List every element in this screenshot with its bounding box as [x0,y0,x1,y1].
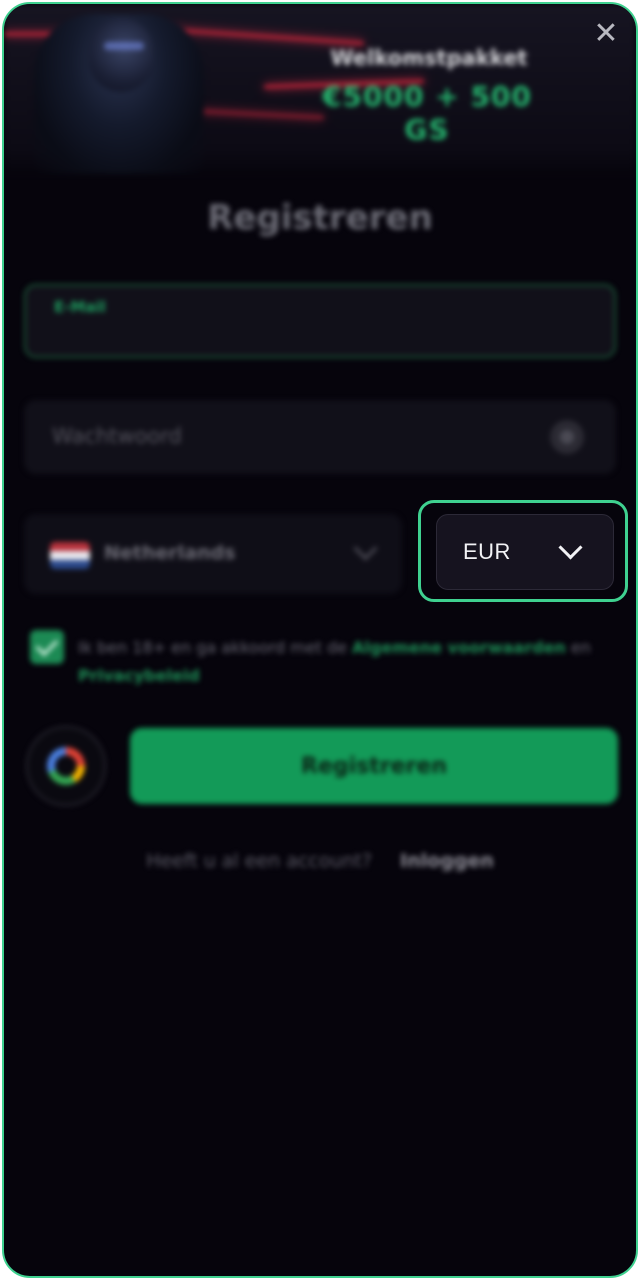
country-value: Netherlands [104,542,236,564]
email-label: E-Mail [54,298,106,316]
country-select[interactable]: Netherlands [24,514,402,594]
terms-and: en [570,638,591,657]
login-prompt: Heeft u al een account? Inloggen [4,850,636,872]
terms-text: Ik ben 18+ en ga akkoord met de Algemene… [78,634,598,690]
terms-checkbox[interactable] [30,630,64,664]
page-title: Registreren [207,198,433,238]
close-icon[interactable]: ✕ [592,19,620,49]
neon-stripe [183,108,325,120]
login-question: Heeft u al een account? [146,850,372,872]
google-signin-button[interactable] [26,726,106,806]
netherlands-flag-icon [50,542,90,569]
privacy-link[interactable]: Privacybeleid [78,666,200,685]
banner-character-visor [104,42,144,50]
email-field[interactable]: E-Mail [24,284,616,358]
register-modal: Welkomstpakket €5000 + 500 GS Registrere… [2,2,638,1278]
google-icon [47,747,85,785]
banner-character-head [89,18,153,92]
register-button[interactable]: Registreren [130,728,618,804]
chevron-down-icon [353,536,378,561]
blurred-background-form: Welkomstpakket €5000 + 500 GS Registrere… [4,4,636,1276]
banner-title: Welkomstpakket [330,46,528,70]
currency-select[interactable]: EUR [436,514,614,590]
eye-icon[interactable] [550,420,584,454]
chevron-down-icon [558,535,583,560]
currency-value: EUR [463,539,511,564]
terms-statement: Ik ben 18+ en ga akkoord met de [78,638,347,657]
banner-amount: €5000 + 500 GS [322,80,532,146]
login-link[interactable]: Inloggen [400,850,494,872]
promo-banner: Welkomstpakket €5000 + 500 GS [4,4,636,174]
password-placeholder: Wachtwoord [52,424,182,448]
password-field[interactable]: Wachtwoord [24,400,616,474]
terms-link[interactable]: Algemene voorwaarden [352,638,566,657]
